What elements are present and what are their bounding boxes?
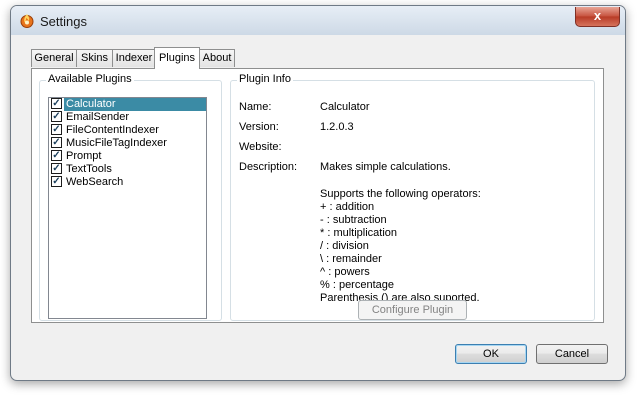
plugin-item-label: WebSearch bbox=[66, 176, 124, 188]
version-value: 1.2.0.3 bbox=[320, 121, 354, 133]
plugin-item-label: Prompt bbox=[66, 150, 102, 162]
description-label: Description: bbox=[239, 161, 298, 173]
operator-line: ^ : powers bbox=[320, 266, 370, 278]
ok-button[interactable]: OK bbox=[455, 344, 527, 364]
tab-label: General bbox=[34, 52, 74, 64]
plugin-item-label: FileContentIndexer bbox=[66, 124, 159, 136]
description-value: Makes simple calculations. bbox=[320, 161, 451, 173]
operator-line: \ : remainder bbox=[320, 253, 382, 265]
checkbox-checked-icon[interactable]: ✓ bbox=[51, 124, 62, 135]
operator-line: + : addition bbox=[320, 201, 375, 213]
plugin-item-emailsender[interactable]: ✓ EmailSender bbox=[49, 111, 206, 124]
window-title: Settings bbox=[40, 14, 87, 29]
name-label: Name: bbox=[239, 101, 272, 113]
checkbox-checked-icon[interactable]: ✓ bbox=[51, 176, 62, 187]
plugin-list[interactable]: ✓ Calculator ✓ EmailSender ✓ FileContent… bbox=[48, 97, 207, 319]
tab-indexer[interactable]: Indexer bbox=[112, 49, 156, 67]
version-label: Version: bbox=[239, 121, 279, 133]
website-label: Website: bbox=[239, 141, 282, 153]
app-flame-icon bbox=[20, 14, 34, 28]
tab-skins[interactable]: Skins bbox=[76, 49, 113, 67]
available-plugins-title: Available Plugins bbox=[46, 73, 134, 85]
operator-line: - : subtraction bbox=[320, 214, 387, 226]
tab-label: Indexer bbox=[115, 52, 153, 64]
tab-about[interactable]: About bbox=[199, 49, 235, 67]
plugins-tab-panel: Available Plugins ✓ Calculator ✓ EmailSe… bbox=[31, 68, 604, 323]
operator-line: * : multiplication bbox=[320, 227, 398, 239]
plugin-item-label: MusicFileTagIndexer bbox=[66, 137, 167, 149]
plugin-item-label: TextTools bbox=[66, 163, 112, 175]
operator-line: / : division bbox=[320, 240, 369, 252]
checkbox-checked-icon[interactable]: ✓ bbox=[51, 150, 62, 161]
title-bar[interactable]: Settings x bbox=[11, 6, 625, 35]
checkbox-checked-icon[interactable]: ✓ bbox=[51, 163, 62, 174]
plugin-item-prompt[interactable]: ✓ Prompt bbox=[49, 150, 206, 163]
plugin-item-musicfiletagindexer[interactable]: ✓ MusicFileTagIndexer bbox=[49, 137, 206, 150]
operator-line: % : percentage bbox=[320, 279, 394, 291]
checkbox-checked-icon[interactable]: ✓ bbox=[51, 98, 62, 109]
plugin-item-filecontentindexer[interactable]: ✓ FileContentIndexer bbox=[49, 124, 206, 137]
name-value: Calculator bbox=[320, 101, 370, 113]
checkbox-checked-icon[interactable]: ✓ bbox=[51, 111, 62, 122]
tab-label: Plugins bbox=[158, 52, 196, 64]
plugin-info-title: Plugin Info bbox=[237, 73, 293, 85]
tab-general[interactable]: General bbox=[31, 49, 77, 67]
dialog-body: General Skins Indexer Plugins About Avai… bbox=[18, 35, 616, 373]
plugin-info-group: Plugin Info Name: Calculator Version: 1.… bbox=[230, 73, 595, 321]
checkbox-checked-icon[interactable]: ✓ bbox=[51, 137, 62, 148]
tab-label: About bbox=[202, 52, 232, 64]
close-button[interactable]: x bbox=[575, 7, 620, 27]
tab-plugins[interactable]: Plugins bbox=[154, 47, 200, 69]
cancel-button[interactable]: Cancel bbox=[536, 344, 608, 364]
plugin-item-label: Calculator bbox=[64, 98, 206, 111]
close-icon: x bbox=[593, 8, 602, 23]
plugin-item-calculator[interactable]: ✓ Calculator bbox=[49, 98, 206, 111]
plugin-item-websearch[interactable]: ✓ WebSearch bbox=[49, 176, 206, 189]
configure-plugin-button[interactable]: Configure Plugin bbox=[358, 300, 467, 320]
operators-intro: Supports the following operators: bbox=[320, 188, 481, 200]
plugin-item-label: EmailSender bbox=[66, 111, 129, 123]
tab-label: Skins bbox=[81, 52, 108, 64]
available-plugins-group: Available Plugins ✓ Calculator ✓ EmailSe… bbox=[39, 73, 222, 321]
settings-window: Settings x General Skins Indexer Plugins… bbox=[10, 5, 626, 381]
plugin-item-texttools[interactable]: ✓ TextTools bbox=[49, 163, 206, 176]
